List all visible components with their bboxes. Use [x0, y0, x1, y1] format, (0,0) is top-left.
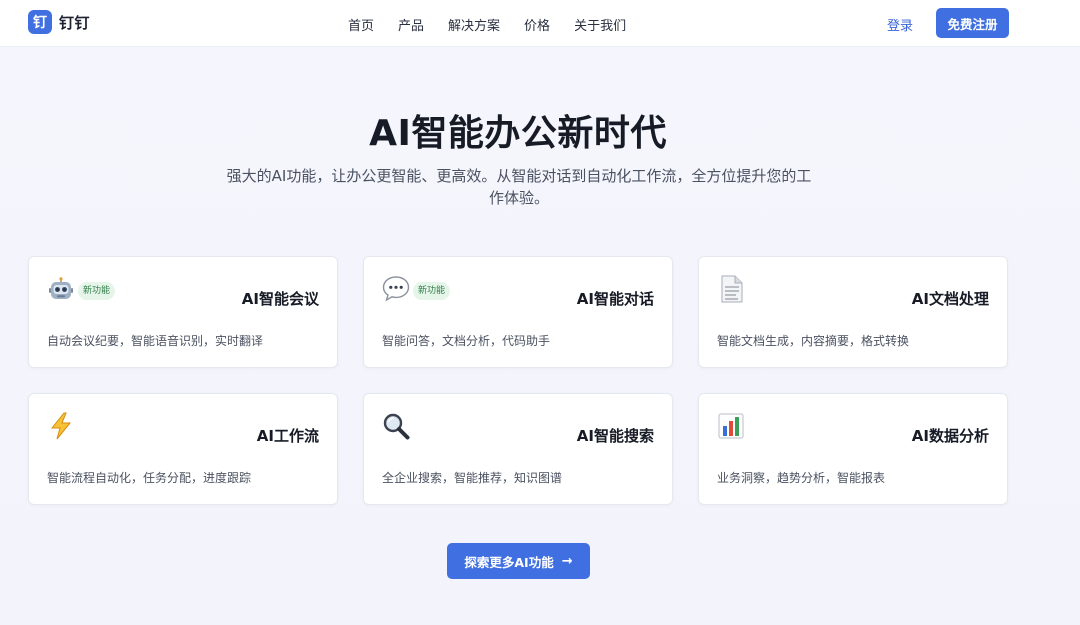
card-description: 智能流程自动化，任务分配，进度跟踪 [47, 471, 252, 485]
card-description: 智能问答，文档分析，代码助手 [382, 334, 551, 348]
explore-more-label: 探索更多AI功能 [464, 554, 554, 570]
card-description: 智能文档生成，内容摘要，格式转换 [717, 334, 910, 348]
nav-home[interactable]: 首页 [348, 15, 374, 34]
nav-solutions[interactable]: 解决方案 [448, 15, 500, 34]
document-icon [717, 275, 745, 303]
main-nav: 首页 产品 解决方案 价格 关于我们 [348, 15, 626, 34]
card-title: AI智能搜索 [576, 427, 654, 445]
robot-icon [47, 275, 75, 303]
brand-name: 钉钉 [59, 13, 91, 32]
arrow-right-icon: → [561, 553, 573, 569]
signup-button[interactable]: 免费注册 [936, 8, 1009, 38]
card-title: AI智能会议 [241, 290, 319, 308]
new-feature-badge: 新功能 [78, 282, 116, 300]
feature-card-workflow[interactable]: AI工作流 智能流程自动化，任务分配，进度跟踪 [28, 393, 338, 505]
top-nav-bar: 钉 钉钉 首页 产品 解决方案 价格 关于我们 登录 免费注册 [0, 0, 1080, 47]
lightning-icon [47, 412, 75, 440]
nav-pricing[interactable]: 价格 [524, 15, 550, 34]
card-title: AI数据分析 [911, 427, 989, 445]
card-description: 业务洞察，趋势分析，智能报表 [717, 471, 886, 485]
login-link[interactable]: 登录 [887, 15, 913, 34]
feature-card-search[interactable]: AI智能搜索 全企业搜索，智能推荐，知识图谱 [363, 393, 673, 505]
hero-subtitle: 强大的AI功能，让办公更智能、更高效。从智能对话到自动化工作流，全方位提升您的工… [226, 167, 812, 207]
card-title: AI文档处理 [911, 290, 989, 308]
new-feature-badge: 新功能 [413, 282, 451, 300]
card-description: 全企业搜索，智能推荐，知识图谱 [382, 471, 563, 485]
card-title: AI工作流 [256, 427, 319, 445]
logo-icon: 钉 [28, 10, 52, 34]
nav-about[interactable]: 关于我们 [574, 15, 626, 34]
magnifier-icon [382, 412, 410, 440]
feature-card-docs[interactable]: AI文档处理 智能文档生成，内容摘要，格式转换 [698, 256, 1008, 368]
feature-card-analytics[interactable]: AI数据分析 业务洞察，趋势分析，智能报表 [698, 393, 1008, 505]
speech-bubble-icon [382, 275, 410, 303]
feature-card-meeting[interactable]: 新功能 AI智能会议 自动会议纪要，智能语音识别，实时翻译 [28, 256, 338, 368]
hero-title: AI智能办公新时代 [369, 113, 667, 154]
page: 钉 钉钉 首页 产品 解决方案 价格 关于我们 登录 免费注册 AI智能办公新时… [0, 0, 1080, 625]
card-description: 自动会议纪要，智能语音识别，实时翻译 [47, 334, 264, 348]
card-title: AI智能对话 [576, 290, 654, 308]
nav-products[interactable]: 产品 [398, 15, 424, 34]
brand[interactable]: 钉 钉钉 [28, 10, 90, 34]
explore-more-button[interactable]: 探索更多AI功能 → [447, 543, 590, 579]
feature-card-chat[interactable]: 新功能 AI智能对话 智能问答，文档分析，代码助手 [363, 256, 673, 368]
bar-chart-icon [717, 412, 745, 440]
